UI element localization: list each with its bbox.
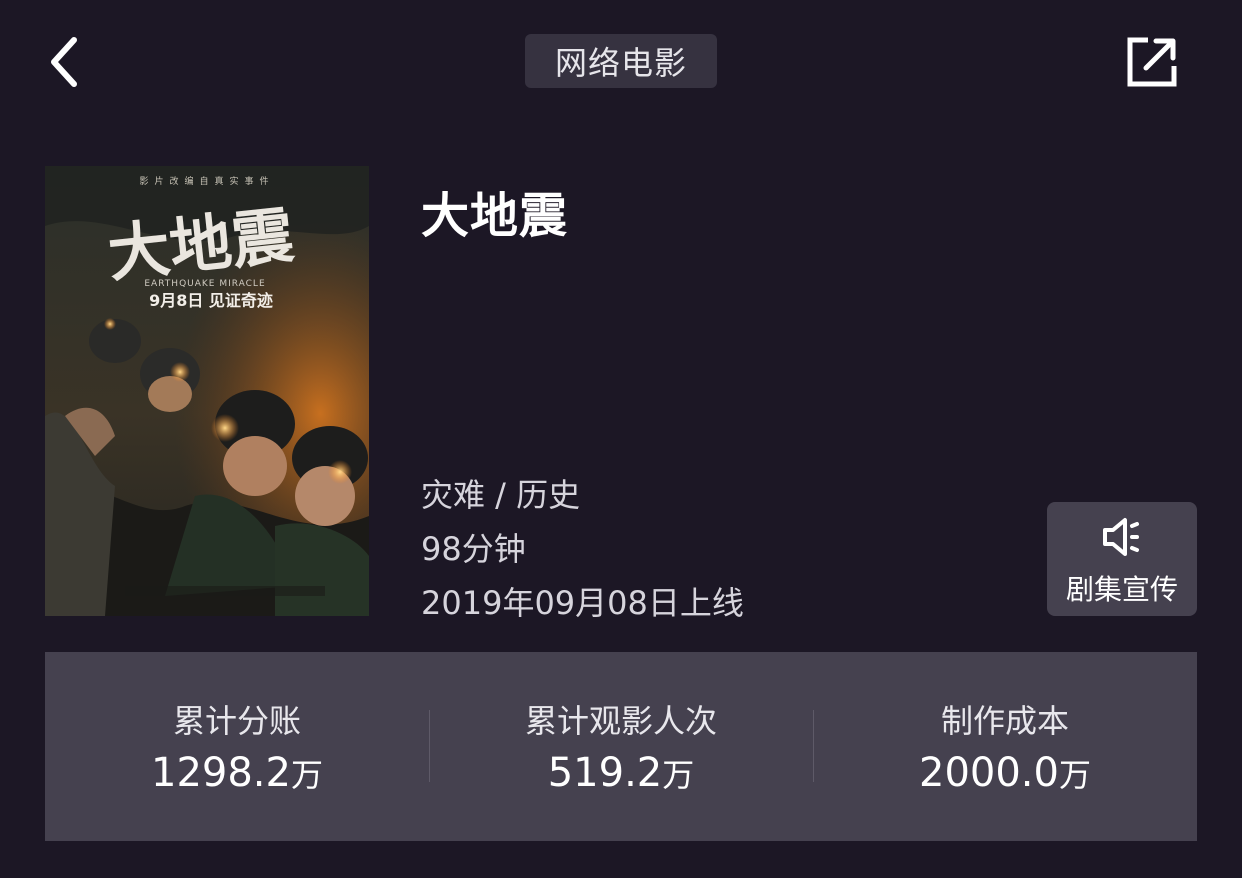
- stat-cost: 制作成本 2000.0万: [813, 652, 1197, 841]
- stat-label: 累计观影人次: [524, 702, 717, 740]
- movie-release-date: 2019年09月08日上线: [421, 584, 744, 622]
- chevron-left-icon: [51, 37, 77, 87]
- stat-number: 519.2: [547, 750, 663, 796]
- stat-unit: 万: [290, 756, 323, 794]
- movie-title: 大地震: [421, 188, 569, 244]
- stat-value: 1298.2万: [45, 750, 429, 796]
- stat-value: 2000.0万: [813, 750, 1197, 796]
- poster-tagline: 9月8日 见证奇迹: [149, 291, 273, 310]
- stats-panel: 累计分账 1298.2万 累计观影人次 519.2万 制作成本 2000.0万: [45, 652, 1197, 841]
- stat-value: 519.2万: [429, 750, 813, 796]
- stat-label: 制作成本: [940, 702, 1069, 740]
- back-button[interactable]: [36, 30, 92, 94]
- share-button[interactable]: [1120, 30, 1184, 94]
- category-tag: 网络电影: [525, 34, 717, 88]
- poster-image: 影片改编自真实事件 大地震 EARTHQUAKE MIRACLE 9月8日 见证…: [45, 166, 369, 616]
- movie-genre: 灾难 / 历史: [421, 476, 581, 514]
- movie-duration: 98分钟: [421, 530, 526, 568]
- stat-number: 2000.0: [919, 750, 1059, 796]
- speaker-icon: [1103, 518, 1139, 556]
- promo-button-label: 剧集宣传: [1065, 573, 1178, 606]
- movie-poster[interactable]: 影片改编自真实事件 大地震 EARTHQUAKE MIRACLE 9月8日 见证…: [45, 166, 369, 616]
- poster-top-text: 影片改编自真实事件: [139, 175, 274, 187]
- stat-number: 1298.2: [151, 750, 291, 796]
- poster-english-title: EARTHQUAKE MIRACLE: [144, 279, 265, 289]
- promo-button[interactable]: 剧集宣传: [1047, 502, 1197, 616]
- stat-viewers: 累计观影人次 519.2万: [429, 652, 813, 841]
- stat-unit: 万: [662, 756, 695, 794]
- stat-revenue: 累计分账 1298.2万: [45, 652, 429, 841]
- stat-unit: 万: [1058, 756, 1091, 794]
- share-icon: [1127, 37, 1177, 87]
- stat-label: 累计分账: [172, 702, 301, 740]
